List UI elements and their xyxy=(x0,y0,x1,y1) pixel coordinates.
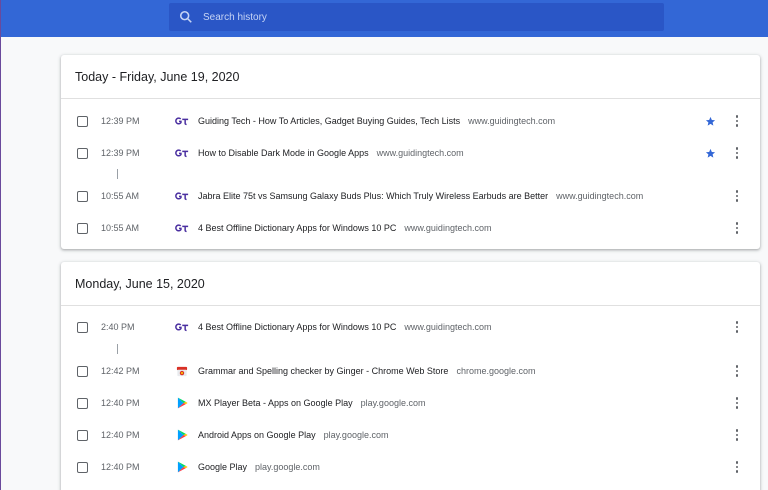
row-title-link[interactable]: Jabra Elite 75t vs Samsung Galaxy Buds P… xyxy=(198,191,643,201)
row-title[interactable]: Guiding Tech - How To Articles, Gadget B… xyxy=(198,116,460,126)
row-title[interactable]: MX Player Beta - Apps on Google Play xyxy=(198,398,353,408)
row-checkbox[interactable] xyxy=(77,147,88,159)
search-input[interactable] xyxy=(203,11,643,23)
history-row[interactable]: 2:40 PM 4 Best Offline Dictionary Apps f… xyxy=(61,311,760,343)
time-gap-divider xyxy=(117,169,118,179)
row-title[interactable]: 4 Best Offline Dictionary Apps for Windo… xyxy=(198,223,396,233)
row-time: 10:55 AM xyxy=(101,223,140,233)
row-domain: www.guidingtech.com xyxy=(556,191,644,201)
row-title-link[interactable]: Android Apps on Google Play play.google.c… xyxy=(198,430,388,440)
guidingtech-icon xyxy=(175,146,189,160)
row-more-actions-button[interactable] xyxy=(732,396,742,410)
row-more-actions-button[interactable] xyxy=(732,428,742,442)
google-play-icon xyxy=(175,460,189,474)
row-title[interactable]: 4 Best Offline Dictionary Apps for Windo… xyxy=(198,322,396,332)
row-title[interactable]: Google Play xyxy=(198,462,247,472)
guidingtech-icon xyxy=(175,221,189,235)
search-icon xyxy=(179,10,192,23)
row-title-link[interactable]: 4 Best Offline Dictionary Apps for Windo… xyxy=(198,223,491,233)
history-row[interactable]: 10:55 AM Jabra Elite 75t vs Samsung Gala… xyxy=(61,180,760,212)
row-more-actions-button[interactable] xyxy=(732,460,742,474)
row-domain: play.google.com xyxy=(360,398,426,408)
row-time: 10:55 AM xyxy=(101,191,140,201)
row-checkbox[interactable] xyxy=(77,115,88,127)
row-more-actions-button[interactable] xyxy=(732,320,742,334)
row-time: 12:39 PM xyxy=(101,148,140,158)
search-box[interactable] xyxy=(169,3,664,31)
history-row[interactable]: 12:40 PM MX Player Beta - Apps on Google… xyxy=(61,387,760,419)
history-row[interactable]: 12:40 PM Google Play play.google.com xyxy=(61,451,760,483)
row-title-link[interactable]: 4 Best Offline Dictionary Apps for Windo… xyxy=(198,322,491,332)
row-title[interactable]: How to Disable Dark Mode in Google Apps xyxy=(198,148,369,158)
google-play-icon xyxy=(175,396,189,410)
history-row[interactable]: 12:40 PM Android Apps on Google Play play… xyxy=(61,419,760,451)
row-title-link[interactable]: MX Player Beta - Apps on Google Play play… xyxy=(198,398,425,408)
history-group-monday: Monday, June 15, 2020 2:40 PM 4 Best Off… xyxy=(61,262,760,490)
row-more-actions-button[interactable] xyxy=(732,189,742,203)
toolbar xyxy=(1,0,768,37)
row-checkbox[interactable] xyxy=(77,397,88,409)
row-more-actions-button[interactable] xyxy=(732,364,742,378)
row-more-actions-button[interactable] xyxy=(732,114,742,128)
history-row[interactable]: 12:42 PM Grammar and Spelling checker by… xyxy=(61,355,760,387)
row-domain: www.guidingtech.com xyxy=(404,322,492,332)
row-checkbox[interactable] xyxy=(77,222,88,234)
guidingtech-icon xyxy=(175,320,189,334)
row-title-link[interactable]: Guiding Tech - How To Articles, Gadget B… xyxy=(198,116,555,126)
row-domain: play.google.com xyxy=(255,462,320,472)
google-play-icon xyxy=(175,428,189,442)
row-more-actions-button[interactable] xyxy=(732,146,742,160)
row-domain: www.guidingtech.com xyxy=(376,148,464,158)
guidingtech-icon xyxy=(175,114,189,128)
row-checkbox[interactable] xyxy=(77,321,88,333)
row-checkbox[interactable] xyxy=(77,365,88,377)
row-time: 12:39 PM xyxy=(101,116,140,126)
history-row[interactable]: 10:55 AM 4 Best Offline Dictionary Apps … xyxy=(61,212,760,244)
row-title-link[interactable]: Grammar and Spelling checker by Ginger -… xyxy=(198,366,535,376)
guidingtech-icon xyxy=(175,189,189,203)
group-header: Today - Friday, June 19, 2020 xyxy=(61,55,760,99)
history-row[interactable]: 12:39 PM Guiding Tech - How To Articles,… xyxy=(61,105,760,137)
history-row[interactable]: 12:39 PM How to Disable Dark Mode in Goo… xyxy=(61,137,760,169)
row-time: 12:42 PM xyxy=(101,366,140,376)
row-title-link[interactable]: How to Disable Dark Mode in Google Apps w… xyxy=(198,148,464,158)
row-title-link[interactable]: Google Play play.google.com xyxy=(198,462,320,472)
row-checkbox[interactable] xyxy=(77,461,88,473)
row-title[interactable]: Jabra Elite 75t vs Samsung Galaxy Buds P… xyxy=(198,191,548,201)
chrome-web-store-icon xyxy=(175,364,189,378)
bookmark-star-icon[interactable] xyxy=(705,148,716,159)
bookmark-star-icon[interactable] xyxy=(705,116,716,127)
row-domain: chrome.google.com xyxy=(456,366,536,376)
row-time: 12:40 PM xyxy=(101,398,140,408)
row-checkbox[interactable] xyxy=(77,429,88,441)
history-group-today: Today - Friday, June 19, 2020 12:39 PM G… xyxy=(61,55,760,249)
row-checkbox[interactable] xyxy=(77,190,88,202)
group-header: Monday, June 15, 2020 xyxy=(61,262,760,306)
row-time: 12:40 PM xyxy=(101,462,140,472)
time-gap-divider xyxy=(117,344,118,354)
row-title[interactable]: Grammar and Spelling checker by Ginger -… xyxy=(198,366,448,376)
row-time: 12:40 PM xyxy=(101,430,140,440)
row-domain: www.guidingtech.com xyxy=(468,116,556,126)
row-time: 2:40 PM xyxy=(101,322,135,332)
row-domain: www.guidingtech.com xyxy=(404,223,492,233)
row-title[interactable]: Android Apps on Google Play xyxy=(198,430,316,440)
row-domain: play.google.com xyxy=(323,430,389,440)
row-more-actions-button[interactable] xyxy=(732,221,742,235)
